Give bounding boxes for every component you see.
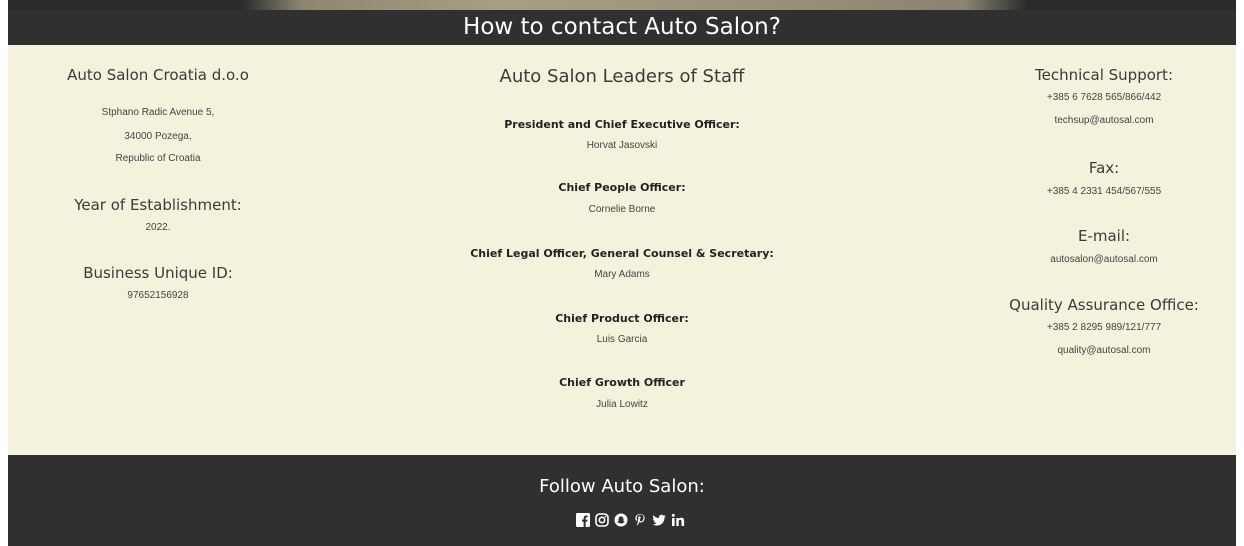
year-value: 2022.	[145, 222, 171, 233]
instagram-icon[interactable]	[595, 513, 609, 527]
facebook-icon[interactable]	[576, 513, 590, 527]
tech-support-phone: +385 6 7628 565/866/442	[1046, 92, 1162, 103]
address-line-1: Stphano Radic Avenue 5,	[101, 107, 215, 118]
page: How to contact Auto Salon? Auto Salon Cr…	[0, 0, 1244, 546]
staff-title: Auto Salon Leaders of Staff	[499, 66, 745, 87]
address-line-3: Republic of Croatia	[115, 153, 201, 164]
staff-name: Cornelie Borne	[588, 204, 656, 215]
year-label: Year of Establishment:	[74, 196, 242, 214]
contact-content: Auto Salon Croatia d.o.o Stphano Radic A…	[8, 45, 1236, 455]
social-links	[576, 512, 685, 528]
contact-header: How to contact Auto Salon?	[8, 10, 1236, 45]
staff-role: Chief Legal Officer, General Counsel & S…	[470, 247, 774, 260]
company-name: Auto Salon Croatia d.o.o	[67, 66, 249, 84]
qa-office-label: Quality Assurance Office:	[1009, 296, 1199, 314]
business-id-value: 97652156928	[127, 290, 189, 301]
tech-support-email: techsup@autosal.com	[1054, 115, 1154, 126]
address-line-2: 34000 Pozega,	[124, 131, 192, 142]
staff-role: Chief People Officer:	[558, 181, 686, 194]
fax-value: +385 4 2331 454/567/555	[1046, 186, 1162, 197]
email-value: autosalon@autosal.com	[1050, 254, 1158, 265]
twitter-icon[interactable]	[652, 513, 666, 527]
staff-role: Chief Growth Officer	[559, 376, 685, 389]
staff-role: Chief Product Officer:	[555, 312, 689, 325]
email-label: E-mail:	[1077, 227, 1131, 245]
qa-office-phone: +385 2 8295 989/121/777	[1046, 322, 1162, 333]
staff-name: Mary Adams	[594, 269, 650, 280]
qa-office-email: quality@autosal.com	[1057, 345, 1151, 356]
snapchat-icon[interactable]	[614, 513, 628, 527]
hero-image-strip	[8, 0, 1236, 10]
fax-label: Fax:	[1088, 159, 1120, 177]
page-title: How to contact Auto Salon?	[463, 14, 781, 40]
staff-role: President and Chief Executive Officer:	[504, 118, 740, 131]
footer-title: Follow Auto Salon:	[539, 476, 705, 497]
staff-name: Julia Lowitz	[596, 399, 648, 410]
staff-name: Horvat Jasovski	[586, 140, 658, 151]
tech-support-label: Technical Support:	[1035, 66, 1173, 84]
linkedin-icon[interactable]	[671, 513, 685, 527]
staff-name: Luis Garcia	[596, 334, 648, 345]
footer: Follow Auto Salon:	[8, 455, 1236, 546]
pinterest-icon[interactable]	[633, 513, 647, 527]
business-id-label: Business Unique ID:	[83, 264, 233, 282]
